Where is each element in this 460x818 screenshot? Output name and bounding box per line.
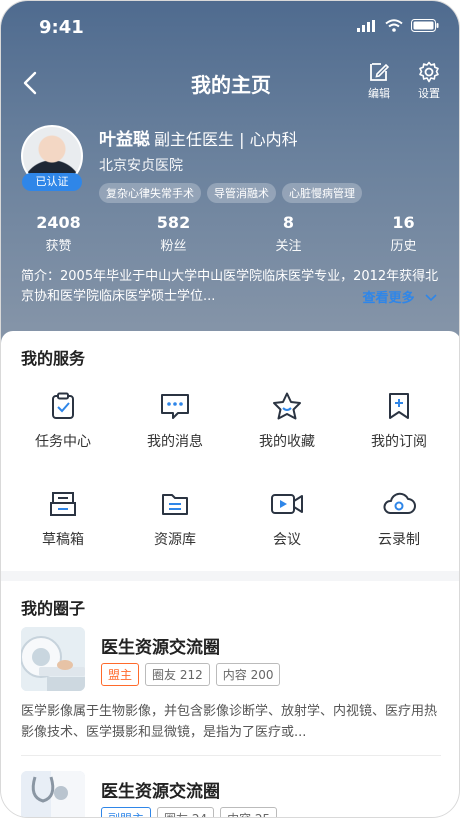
- circle-thumbnail: [21, 771, 85, 817]
- circle-name: 医生资源交流圈: [101, 638, 220, 658]
- wifi-icon: [385, 19, 403, 32]
- service-resources[interactable]: 资源库: [119, 489, 231, 549]
- mri-scanner-image: [21, 627, 85, 691]
- circle-item[interactable]: 医生资源交流圈 副盟主 圈友 24 内容 25: [21, 771, 441, 817]
- stat-following[interactable]: 8 关注: [231, 213, 346, 254]
- cloud-icon: [383, 492, 416, 514]
- edit-icon: [370, 63, 390, 81]
- members-count: 圈友 212: [145, 663, 210, 686]
- battery-icon: [411, 19, 439, 32]
- services-grid: 任务中心 我的消息 我的收藏 我的订阅 草稿箱 资源库 会议 云录制: [7, 391, 455, 549]
- stat-history[interactable]: 16 历史: [346, 213, 459, 254]
- circle-name: 医生资源交流圈: [101, 782, 220, 802]
- circles-title: 我的圈子: [21, 599, 86, 618]
- status-bar: 9:41: [1, 1, 459, 53]
- circle-tags: 盟主 圈友 212 内容 200: [101, 663, 281, 686]
- stat-label: 历史: [390, 239, 417, 254]
- contents-count: 内容 25: [220, 807, 278, 817]
- service-drafts[interactable]: 草稿箱: [7, 489, 119, 549]
- role-badge: 副盟主: [101, 807, 152, 817]
- role-badge: 盟主: [101, 663, 140, 686]
- status-icons: [357, 19, 439, 32]
- members-count: 圈友 24: [157, 807, 215, 817]
- circle-tags: 副盟主 圈友 24 内容 25: [101, 807, 278, 817]
- settings-label: 设置: [418, 87, 440, 100]
- stat-label: 获赞: [45, 239, 72, 254]
- verified-badge: 已认证: [22, 173, 82, 191]
- star-icon: [273, 392, 301, 420]
- circle-thumbnail: [21, 627, 85, 691]
- service-subscriptions[interactable]: 我的订阅: [343, 391, 455, 451]
- draft-icon: [50, 492, 76, 516]
- stethoscope-image: [21, 771, 85, 817]
- stat-value: 16: [392, 213, 415, 232]
- circle-description: 医学影像属于生物影像，并包含影像诊断学、放射学、内视镜、医疗用热影像技术、医学摄…: [21, 704, 438, 740]
- service-favorites[interactable]: 我的收藏: [231, 391, 343, 451]
- bookmark-icon: [389, 393, 409, 419]
- doctor-title: 副主任医生 | 心内科: [154, 130, 298, 149]
- profile-header: 9:41 我的主页 编辑 设置 已认证 叶益聪 副主任医生 | 心内科 北京安贞…: [1, 1, 459, 346]
- folder-icon: [162, 494, 188, 515]
- view-more-link[interactable]: 查看更多: [362, 287, 437, 306]
- service-label: 云录制: [378, 532, 420, 548]
- hospital-name: 北京安贞医院: [99, 158, 183, 174]
- profile-info: 叶益聪 副主任医生 | 心内科 北京安贞医院 复杂心律失常手术 导管消融术 心脏慢…: [99, 125, 441, 203]
- stat-value: 582: [156, 213, 191, 232]
- stat-label: 关注: [275, 239, 302, 254]
- nav-bar: 我的主页 编辑 设置: [1, 61, 459, 105]
- service-label: 我的订阅: [371, 434, 427, 450]
- service-messages[interactable]: 我的消息: [119, 391, 231, 451]
- service-cloud-record[interactable]: 云录制: [343, 489, 455, 549]
- service-task-center[interactable]: 任务中心: [7, 391, 119, 451]
- service-label: 资源库: [154, 532, 196, 548]
- service-label: 任务中心: [35, 434, 91, 450]
- phone-frame: 9:41 我的主页 编辑 设置 已认证 叶益聪 副主任医生 | 心内科 北京安贞…: [0, 0, 460, 818]
- circles-section: 我的圈子 医生资源交流圈 盟主 圈友 212 内容 200 医学影像属于生物影像…: [1, 581, 459, 817]
- doctor-name: 叶益聪: [99, 130, 150, 150]
- stat-likes[interactable]: 2408 获赞: [1, 213, 116, 254]
- stat-value: 8: [282, 213, 295, 232]
- stat-label: 粉丝: [160, 239, 187, 254]
- services-section: 我的服务 任务中心 我的消息 我的收藏 我的订阅 草稿箱 资源库 会议 云录制: [1, 331, 459, 571]
- profile-card: 已认证 叶益聪 副主任医生 | 心内科 北京安贞医院 复杂心律失常手术 导管消融术…: [21, 125, 441, 203]
- signal-icon: [357, 19, 375, 32]
- stats-row: 2408 获赞 582 粉丝 8 关注 16 历史: [1, 213, 459, 254]
- settings-button[interactable]: 设置: [409, 61, 449, 101]
- services-title: 我的服务: [21, 349, 86, 368]
- gear-icon: [419, 61, 439, 83]
- edit-button[interactable]: 编辑: [359, 61, 399, 101]
- view-more-label: 查看更多: [362, 291, 415, 306]
- divider: [21, 755, 441, 756]
- specialty-tag: 复杂心律失常手术: [99, 183, 201, 203]
- service-meetings[interactable]: 会议: [231, 489, 343, 549]
- specialty-tags: 复杂心律失常手术 导管消融术 心脏慢病管理: [99, 183, 441, 203]
- contents-count: 内容 200: [215, 663, 281, 686]
- task-icon: [52, 392, 74, 419]
- service-label: 我的收藏: [259, 434, 315, 450]
- circle-item[interactable]: 医生资源交流圈 盟主 圈友 212 内容 200 医学影像属于生物影像，并包含影…: [21, 627, 441, 747]
- video-icon: [271, 494, 303, 514]
- chevron-down-icon: [425, 294, 437, 302]
- status-time: 9:41: [39, 17, 84, 38]
- edit-label: 编辑: [368, 87, 390, 100]
- specialty-tag: 心脏慢病管理: [282, 183, 362, 203]
- service-label: 我的消息: [147, 434, 203, 450]
- stat-fans[interactable]: 582 粉丝: [116, 213, 231, 254]
- service-label: 草稿箱: [42, 532, 84, 548]
- specialty-tag: 导管消融术: [207, 183, 276, 203]
- message-icon: [161, 394, 189, 419]
- stat-value: 2408: [36, 213, 81, 232]
- service-label: 会议: [273, 532, 301, 548]
